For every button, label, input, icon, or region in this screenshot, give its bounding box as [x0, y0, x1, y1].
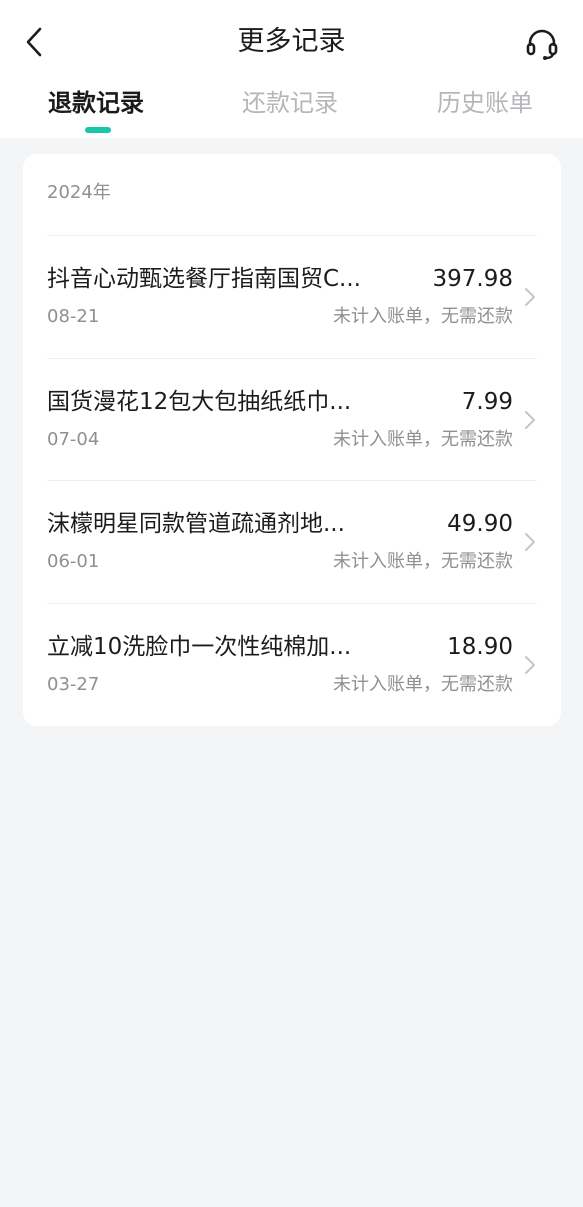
record-title: 国货漫花12包大包抽纸纸巾...: [47, 389, 352, 415]
headset-icon: [526, 29, 558, 60]
record-row[interactable]: 国货漫花12包大包抽纸纸巾... 7.99 07-04 未计入账单，无需还款: [47, 358, 537, 480]
chevron-right-icon: [523, 654, 537, 676]
record-status: 未计入账单，无需还款: [333, 551, 513, 572]
record-amount: 18.90: [447, 634, 513, 660]
record-amount: 7.99: [461, 389, 513, 415]
record-title: 立减10洗脸巾一次性纯棉加...: [47, 634, 352, 660]
records-card: 2024年 抖音心动甄选餐厅指南国贸C... 397.98 08-21 未计入账…: [23, 154, 561, 726]
tab-history-bills[interactable]: 历史账单: [437, 86, 533, 120]
nav-bar: 更多记录: [0, 0, 583, 84]
record-date: 06-01: [47, 551, 100, 572]
chevron-right-icon: [523, 409, 537, 431]
page-title: 更多记录: [237, 26, 346, 57]
record-amount: 49.90: [447, 511, 513, 537]
tab-bar: 退款记录 还款记录 历史账单: [0, 84, 583, 138]
record-row[interactable]: 抖音心动甄选餐厅指南国贸C... 397.98 08-21 未计入账单，无需还款: [47, 235, 537, 357]
chevron-right-icon: [523, 531, 537, 553]
record-status: 未计入账单，无需还款: [333, 429, 513, 450]
record-row[interactable]: 沫檬明星同款管道疏通剂地... 49.90 06-01 未计入账单，无需还款: [47, 480, 537, 602]
record-date: 07-04: [47, 429, 100, 450]
record-status: 未计入账单，无需还款: [333, 674, 513, 695]
active-tab-indicator: [85, 127, 111, 133]
record-status: 未计入账单，无需还款: [333, 306, 513, 327]
tab-repayment-records[interactable]: 还款记录: [242, 86, 338, 120]
record-date: 08-21: [47, 306, 100, 327]
tab-refund-records[interactable]: 退款记录: [48, 86, 144, 120]
record-amount: 397.98: [432, 266, 513, 292]
record-title: 抖音心动甄选餐厅指南国贸C...: [47, 266, 361, 292]
customer-service-button[interactable]: [520, 22, 564, 66]
record-date: 03-27: [47, 674, 100, 695]
header: 更多记录 退款记录 还款记录 历史账单: [0, 0, 583, 138]
year-label: 2024年: [47, 182, 111, 203]
record-title: 沫檬明星同款管道疏通剂地...: [47, 511, 345, 537]
chevron-right-icon: [523, 286, 537, 308]
record-row[interactable]: 立减10洗脸巾一次性纯棉加... 18.90 03-27 未计入账单，无需还款: [47, 603, 537, 725]
